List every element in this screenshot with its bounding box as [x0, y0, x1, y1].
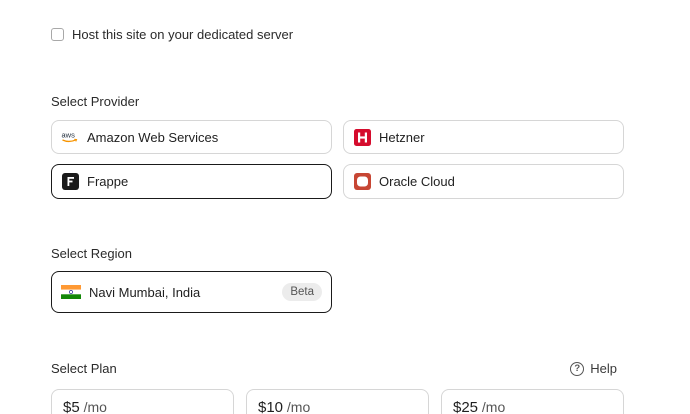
provider-option-oracle-cloud[interactable]: Oracle Cloud [343, 164, 624, 199]
host-dedicated-server-option[interactable]: Host this site on your dedicated server [51, 27, 293, 42]
svg-text:aws: aws [62, 131, 76, 140]
select-plan-heading: Select Plan [51, 361, 117, 376]
beta-badge: Beta [282, 283, 322, 301]
host-dedicated-checkbox[interactable] [51, 28, 64, 41]
region-option-label: Navi Mumbai, India [89, 284, 201, 300]
india-flag-icon [61, 283, 81, 301]
plan-period: /mo [283, 399, 311, 414]
provider-option-aws[interactable]: aws Amazon Web Services [51, 120, 332, 154]
plan-period: /mo [478, 399, 506, 414]
provider-option-hetzner[interactable]: Hetzner [343, 120, 624, 154]
provider-option-label: Hetzner [379, 129, 425, 145]
plan-option[interactable]: $10 /mo [246, 389, 429, 414]
oracle-logo-icon [353, 173, 371, 191]
help-link[interactable]: ? Help [570, 361, 617, 376]
plan-period: /mo [79, 399, 107, 414]
host-dedicated-label: Host this site on your dedicated server [72, 27, 294, 42]
plan-price: $25 [453, 399, 479, 414]
select-region-heading: Select Region [51, 246, 132, 261]
provider-option-label: Frappe [87, 174, 129, 189]
provider-option-frappe[interactable]: Frappe [51, 164, 332, 199]
provider-option-label: Oracle Cloud [379, 174, 455, 189]
help-label: Help [590, 361, 617, 376]
hetzner-logo-icon [353, 128, 371, 146]
provider-option-label: Amazon Web Services [87, 129, 219, 145]
aws-logo-icon: aws [61, 128, 79, 146]
plan-price: $5 [63, 399, 80, 414]
plan-option[interactable]: $25 /mo [441, 389, 624, 414]
select-provider-heading: Select Provider [51, 94, 140, 109]
new-site-form: Host this site on your dedicated server … [0, 0, 690, 414]
region-option-navi-mumbai[interactable]: Navi Mumbai, India Beta [51, 271, 332, 313]
question-circle-icon: ? [570, 361, 585, 376]
plan-price: $10 [258, 399, 284, 414]
plan-option[interactable]: $5 /mo [51, 389, 234, 414]
frappe-logo-icon [61, 173, 79, 191]
